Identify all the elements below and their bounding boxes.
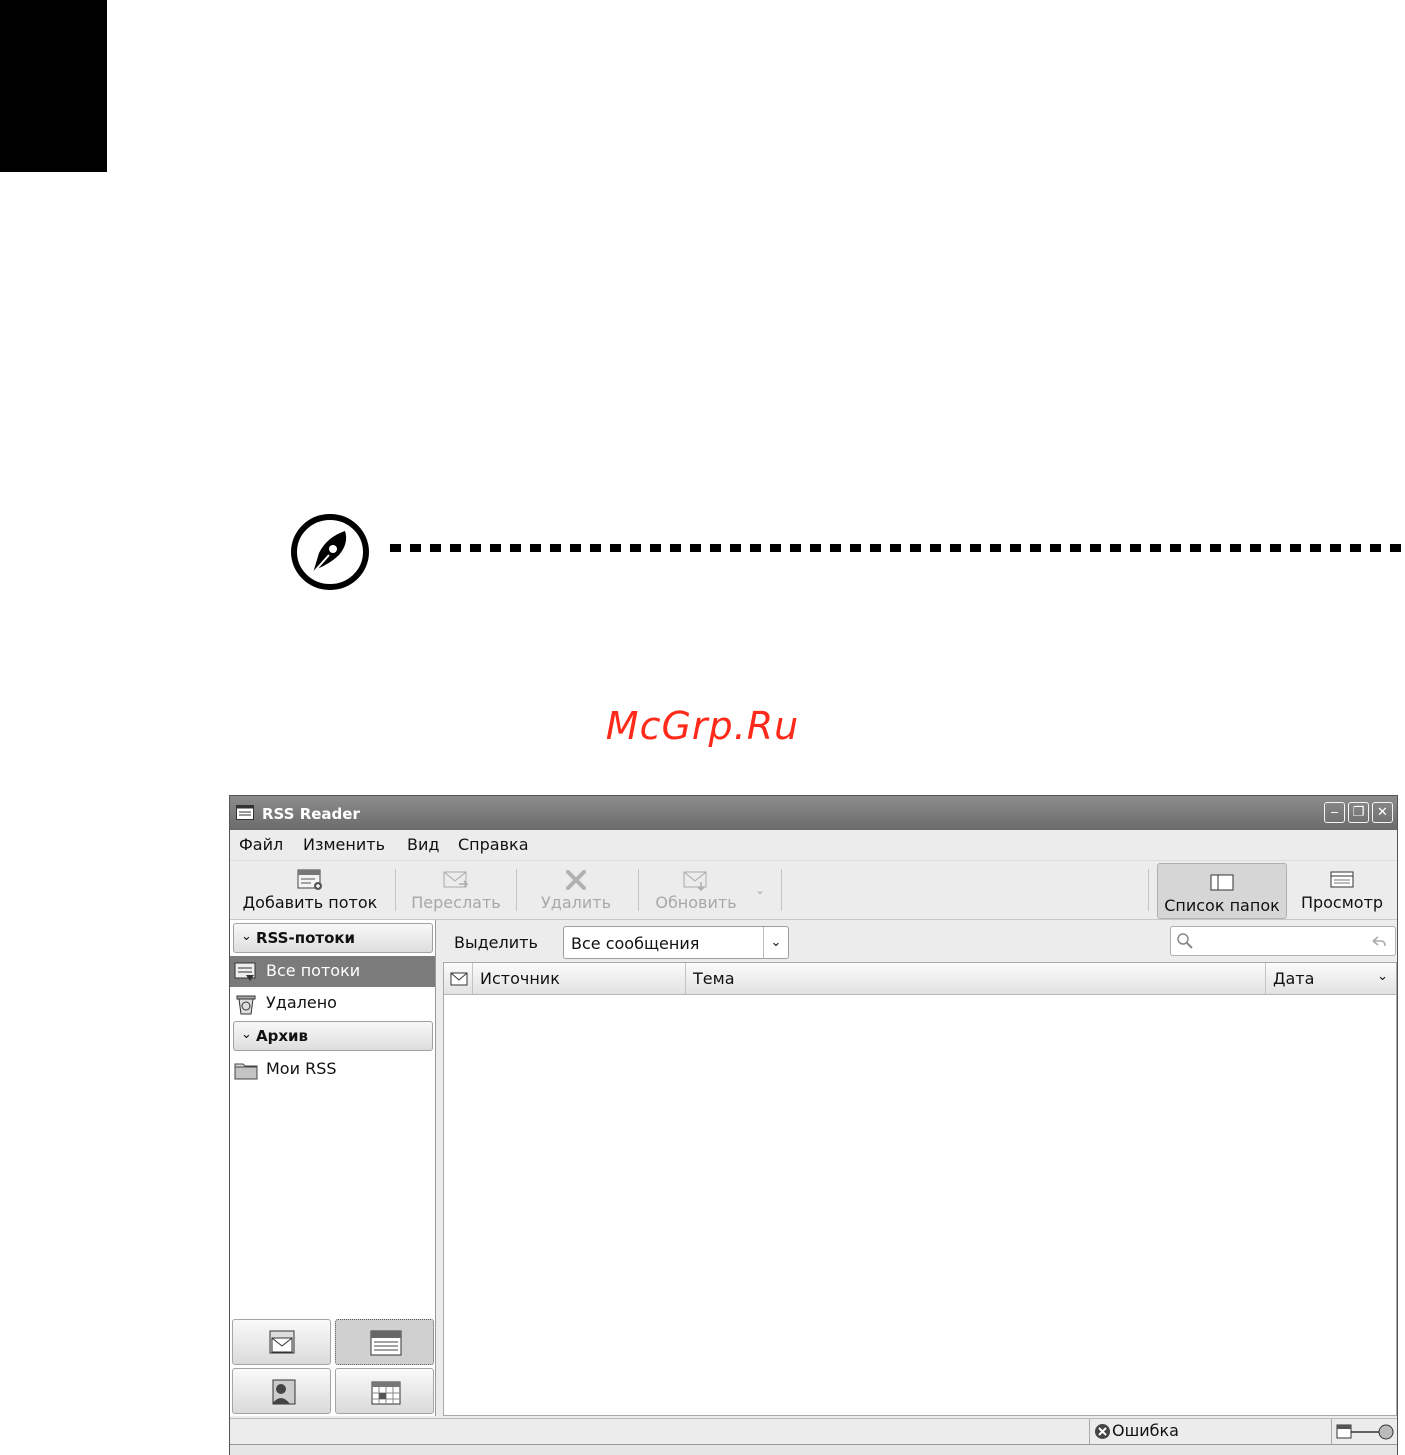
message-list: Источник Тема Дата ⌄ <box>443 962 1397 1416</box>
watermark-text: McGrp.Ru <box>605 704 800 748</box>
toolbar: Добавить поток Переслать Удалить Обновит… <box>230 860 1397 920</box>
news-nav-button[interactable] <box>335 1319 434 1365</box>
filter-label: Выделить <box>454 933 538 952</box>
folder-icon <box>234 1063 258 1080</box>
trash-icon <box>236 995 256 1015</box>
close-button[interactable]: ✕ <box>1372 802 1393 823</box>
list-header: Источник Тема Дата ⌄ <box>444 963 1396 995</box>
tree-item-all-feeds-label: Все потоки <box>266 961 361 980</box>
group-rss-feeds-label: RSS-потоки <box>256 929 356 947</box>
contacts-nav-button[interactable] <box>232 1368 331 1414</box>
status-error[interactable]: Ошибка <box>1089 1419 1331 1444</box>
clear-search-icon[interactable] <box>1371 935 1387 949</box>
toolbar-separator <box>1148 869 1149 911</box>
taskbar-strip <box>230 1444 1397 1455</box>
status-error-label: Ошибка <box>1112 1421 1179 1440</box>
menu-edit[interactable]: Изменить <box>303 835 385 854</box>
tree-item-all-feeds[interactable]: Все потоки <box>230 956 435 987</box>
error-icon <box>1095 1424 1110 1439</box>
status-bar: Ошибка <box>230 1418 1397 1444</box>
filter-row: Выделить Все сообщения ⌄ <box>441 920 1396 960</box>
group-archive[interactable]: ⌄ Архив <box>233 1021 433 1051</box>
add-feed-label: Добавить поток <box>242 893 378 912</box>
note-divider <box>390 544 1405 552</box>
calendar-nav-button[interactable] <box>335 1368 434 1414</box>
forward-label: Переслать <box>411 893 501 912</box>
menu-help[interactable]: Справка <box>458 835 529 854</box>
view-icon <box>1330 871 1354 888</box>
search-icon <box>1177 933 1193 949</box>
mail-nav-button[interactable] <box>232 1319 331 1365</box>
column-date-label: Дата <box>1273 969 1315 988</box>
restore-button[interactable]: ❐ <box>1348 802 1369 823</box>
folder-list-icon <box>1210 874 1234 891</box>
chevron-down-icon: ⌄ <box>1377 969 1388 984</box>
tree-item-deleted[interactable]: Удалено <box>230 988 435 1019</box>
column-subject[interactable]: Тема <box>685 963 1265 994</box>
message-filter-select[interactable]: Все сообщения ⌄ <box>563 926 789 959</box>
folder-list-label: Список папок <box>1164 896 1280 915</box>
refresh-dropdown-icon[interactable]: ⌄ <box>750 883 770 903</box>
add-feed-button[interactable]: Добавить поток <box>234 861 386 919</box>
black-block <box>0 0 107 172</box>
contacts-icon <box>272 1379 296 1405</box>
column-date[interactable]: Дата ⌄ <box>1265 963 1396 994</box>
calendar-icon <box>371 1381 401 1405</box>
forward-button[interactable]: Переслать <box>406 861 506 919</box>
connection-icon <box>1336 1424 1394 1440</box>
envelope-icon[interactable] <box>450 971 468 987</box>
feeds-icon <box>234 962 256 981</box>
refresh-label: Обновить <box>655 893 737 912</box>
news-icon <box>370 1330 402 1356</box>
search-input[interactable] <box>1197 931 1371 951</box>
message-filter-value: Все сообщения <box>571 934 700 953</box>
group-rss-feeds[interactable]: ⌄ RSS-потоки <box>233 923 433 953</box>
column-source-label: Источник <box>480 969 560 988</box>
toolbar-separator <box>781 869 782 911</box>
tree-item-deleted-label: Удалено <box>266 993 337 1012</box>
rss-reader-window: RSS Reader ‒ ❐ ✕ Файл Изменить Вид Справ… <box>229 795 1398 1455</box>
toolbar-separator <box>638 869 639 911</box>
tree-item-my-rss[interactable]: Мои RSS <box>230 1054 435 1085</box>
delete-button[interactable]: Удалить <box>526 861 626 919</box>
column-subject-label: Тема <box>693 969 735 988</box>
menu-bar: Файл Изменить Вид Справка <box>230 830 1397 860</box>
forward-icon <box>443 871 469 888</box>
connection-status[interactable] <box>1331 1419 1397 1444</box>
tree-item-my-rss-label: Мои RSS <box>266 1059 337 1078</box>
refresh-button[interactable]: Обновить <box>646 861 746 919</box>
chevron-down-icon: ⌄ <box>241 1027 252 1042</box>
title-bar: RSS Reader ‒ ❐ ✕ <box>230 796 1397 830</box>
mail-icon <box>269 1330 295 1354</box>
view-button[interactable]: Просмотр <box>1292 861 1392 919</box>
note-pen-icon <box>291 514 369 590</box>
refresh-icon <box>683 871 707 891</box>
chevron-down-icon: ⌄ <box>763 927 788 958</box>
search-box <box>1170 926 1396 956</box>
chevron-down-icon: ⌄ <box>241 929 252 944</box>
toolbar-separator <box>395 869 396 911</box>
window-title: RSS Reader <box>262 805 360 823</box>
menu-file[interactable]: Файл <box>239 835 283 854</box>
toolbar-separator <box>516 869 517 911</box>
minimize-button[interactable]: ‒ <box>1324 802 1345 823</box>
delete-label: Удалить <box>541 893 611 912</box>
menu-view[interactable]: Вид <box>407 835 439 854</box>
folder-list-button[interactable]: Список папок <box>1157 863 1287 919</box>
app-icon <box>236 805 254 820</box>
column-source[interactable]: Источник <box>472 963 685 994</box>
group-archive-label: Архив <box>256 1027 309 1045</box>
delete-icon <box>566 870 586 890</box>
add-feed-icon <box>297 869 322 890</box>
view-label: Просмотр <box>1300 893 1384 912</box>
